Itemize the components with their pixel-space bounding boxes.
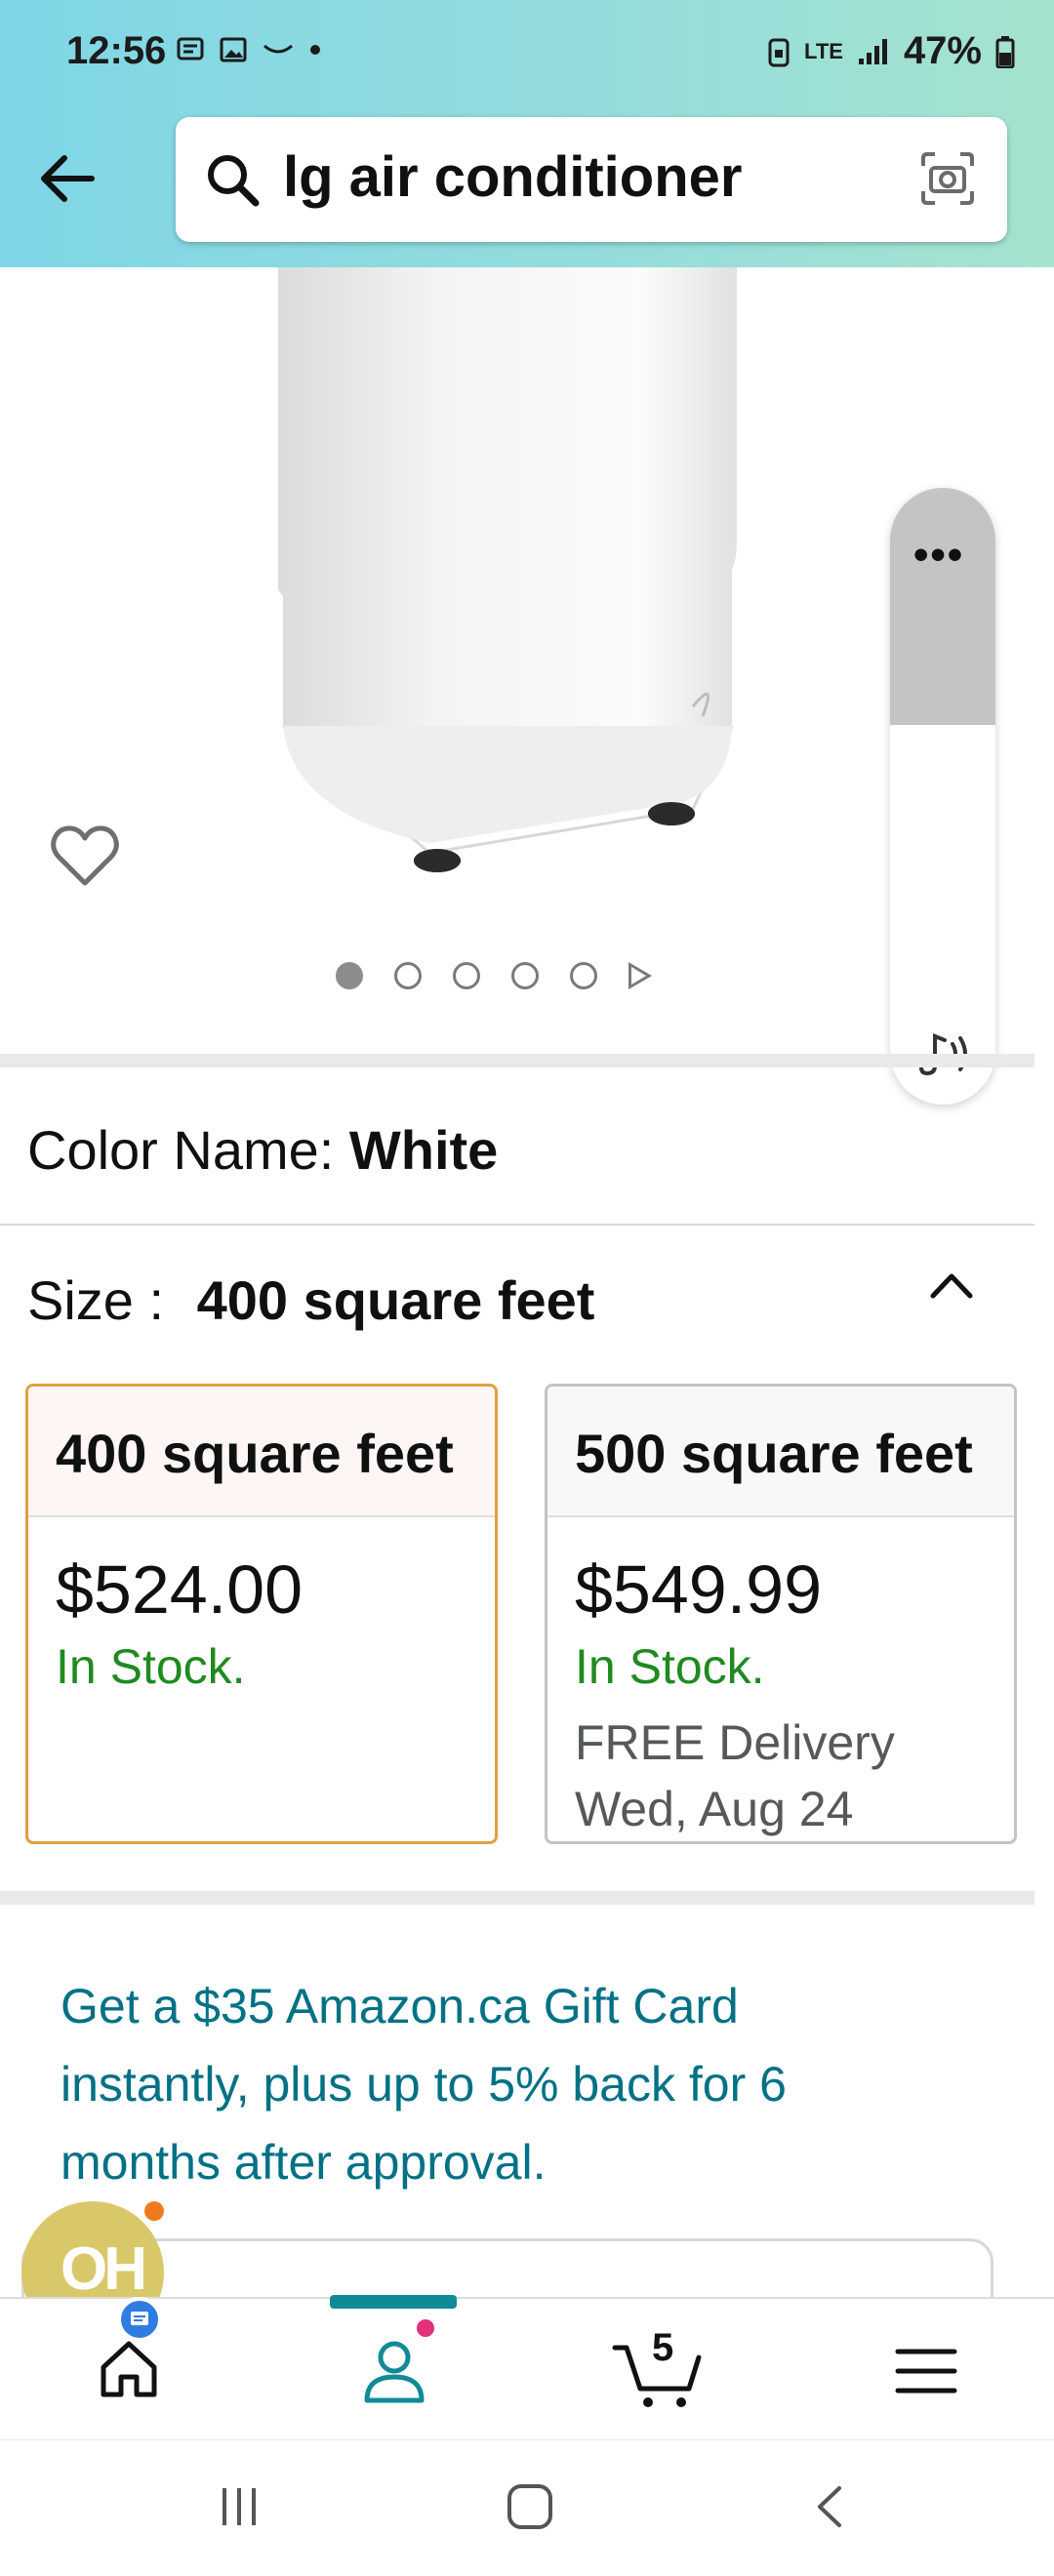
notification-icons bbox=[176, 35, 322, 64]
status-time: 12:56 bbox=[66, 29, 167, 72]
gallery-icon bbox=[220, 37, 247, 62]
status-bar: 12:56 LTE 47% bbox=[0, 0, 1054, 112]
image-dot[interactable] bbox=[336, 962, 363, 989]
menu-icon[interactable] bbox=[892, 2342, 960, 2400]
size-option-label: 500 square feet bbox=[547, 1387, 1014, 1517]
size-option-stock: In Stock. bbox=[575, 1639, 765, 1694]
account-notification-dot bbox=[414, 2316, 437, 2340]
divider bbox=[0, 1224, 1034, 1226]
alarm-icon bbox=[768, 38, 790, 66]
image-pagination[interactable] bbox=[336, 962, 652, 989]
section-divider bbox=[0, 1054, 1034, 1067]
recent-apps-icon[interactable] bbox=[215, 2482, 264, 2531]
battery-icon bbox=[995, 35, 1015, 68]
home-button-icon[interactable] bbox=[506, 2482, 554, 2531]
floating-side-widget[interactable]: ••• bbox=[890, 488, 995, 1105]
more-options-icon[interactable]: ••• bbox=[913, 531, 964, 580]
status-right: LTE 47% bbox=[767, 29, 1015, 73]
size-option-delivery: FREE Delivery bbox=[575, 1715, 895, 1770]
search-input[interactable]: lg air conditioner bbox=[176, 117, 1007, 242]
chevron-up-icon[interactable] bbox=[925, 1265, 978, 1304]
color-label: Color Name: bbox=[27, 1119, 335, 1181]
size-option-stock: In Stock. bbox=[56, 1639, 246, 1694]
back-arrow-icon[interactable] bbox=[35, 146, 100, 211]
wishlist-heart-icon[interactable] bbox=[49, 822, 121, 890]
size-option-500[interactable]: 500 square feet $549.99 In Stock. FREE D… bbox=[545, 1384, 1017, 1844]
amazon-smile-icon bbox=[264, 44, 293, 54]
camera-lens-icon[interactable] bbox=[917, 148, 978, 209]
search-icon bbox=[208, 155, 260, 207]
back-button-icon[interactable] bbox=[806, 2482, 855, 2531]
battery-percent: 47% bbox=[903, 29, 982, 72]
color-value: White bbox=[348, 1119, 499, 1181]
message-icon bbox=[177, 37, 204, 60]
size-value: 400 square feet bbox=[196, 1269, 595, 1331]
credit-card-promo-link[interactable]: Get a $35 Amazon.ca Gift Card instantly,… bbox=[61, 1967, 939, 2201]
bubble-label: OH bbox=[61, 2235, 147, 2303]
color-name-row: Color Name: White bbox=[27, 1118, 498, 1182]
signal-icon bbox=[858, 38, 887, 64]
notification-dot bbox=[144, 2201, 164, 2221]
video-play-icon[interactable] bbox=[628, 962, 652, 989]
image-dot[interactable] bbox=[453, 962, 480, 989]
image-dot[interactable] bbox=[511, 962, 539, 989]
size-label: Size : bbox=[27, 1269, 165, 1331]
account-icon[interactable] bbox=[357, 2334, 431, 2408]
size-option-label: 400 square feet bbox=[28, 1387, 495, 1517]
size-option-price: $549.99 bbox=[575, 1551, 823, 1628]
cart-count: 5 bbox=[652, 2326, 674, 2369]
image-dot[interactable] bbox=[570, 962, 597, 989]
section-divider bbox=[0, 1891, 1034, 1905]
size-option-price: $524.00 bbox=[56, 1551, 304, 1628]
search-query: lg air conditioner bbox=[283, 145, 743, 209]
side-widget-handle[interactable] bbox=[890, 488, 995, 725]
dot-icon bbox=[310, 45, 320, 55]
size-selector-header[interactable]: Size : 400 square feet bbox=[27, 1268, 594, 1332]
size-option-delivery-date: Wed, Aug 24 bbox=[575, 1782, 854, 1836]
network-type: LTE bbox=[804, 38, 843, 63]
image-dot[interactable] bbox=[394, 962, 422, 989]
active-tab-indicator bbox=[330, 2295, 457, 2309]
home-icon[interactable] bbox=[94, 2334, 164, 2404]
size-option-400[interactable]: 400 square feet $524.00 In Stock. bbox=[25, 1384, 498, 1844]
